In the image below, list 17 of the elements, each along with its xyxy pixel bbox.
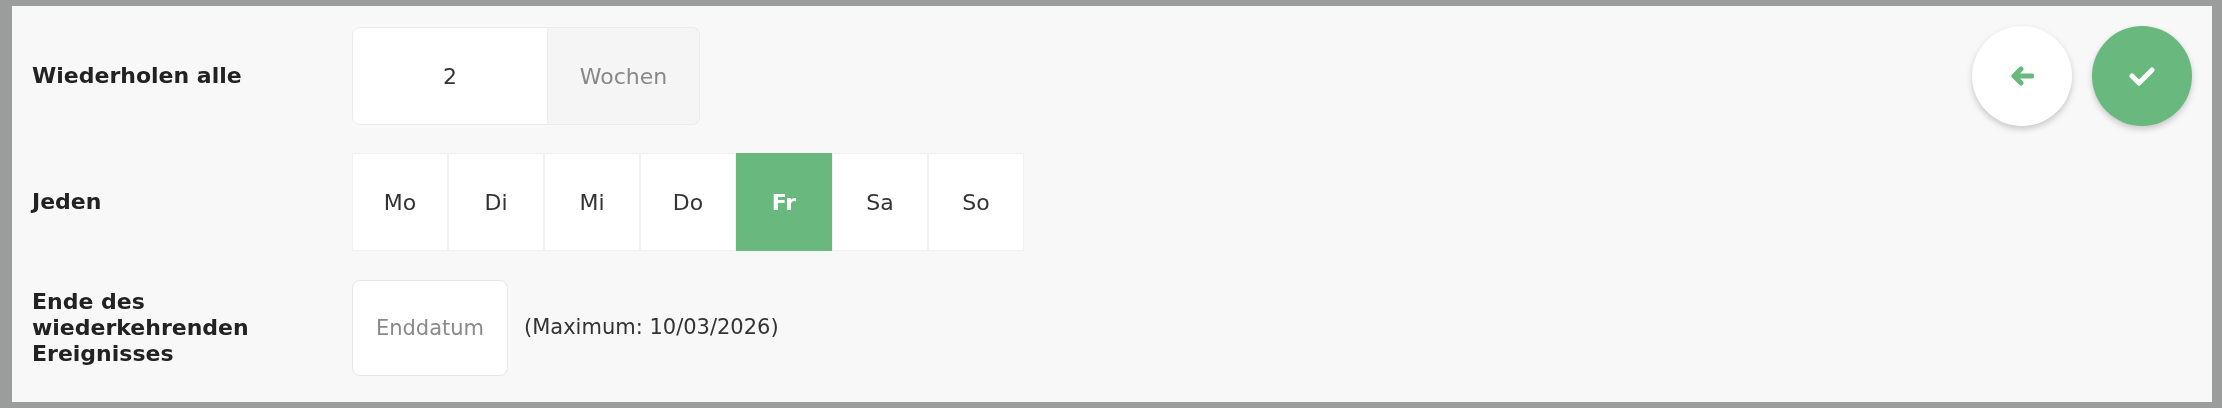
field-label: Ende des wiederkehrenden Ereignisses <box>32 289 250 367</box>
confirm-button[interactable] <box>2092 26 2192 126</box>
weekday-toggle[interactable]: Do <box>640 153 736 251</box>
weekday-toggle[interactable]: Mi <box>544 153 640 251</box>
weekday-toggle[interactable]: So <box>928 153 1024 251</box>
number-field[interactable]: 2 <box>352 27 548 125</box>
back-button[interactable] <box>1972 26 2072 126</box>
unit-label: Wochen <box>548 27 700 125</box>
field-label: Wiederholen alle <box>32 63 243 89</box>
end-date-field[interactable]: Enddatum <box>352 280 508 376</box>
maximum-date-hint: (Maximum: 10/03/2026) <box>524 314 779 342</box>
arrow-left-icon <box>2010 66 2034 86</box>
field-label: Jeden <box>32 189 103 215</box>
weekday-toggle[interactable]: Sa <box>832 153 928 251</box>
weekday-toggle[interactable]: Di <box>448 153 544 251</box>
checkmark-icon <box>2129 66 2155 86</box>
weekday-toggle[interactable]: Mo <box>352 153 448 251</box>
